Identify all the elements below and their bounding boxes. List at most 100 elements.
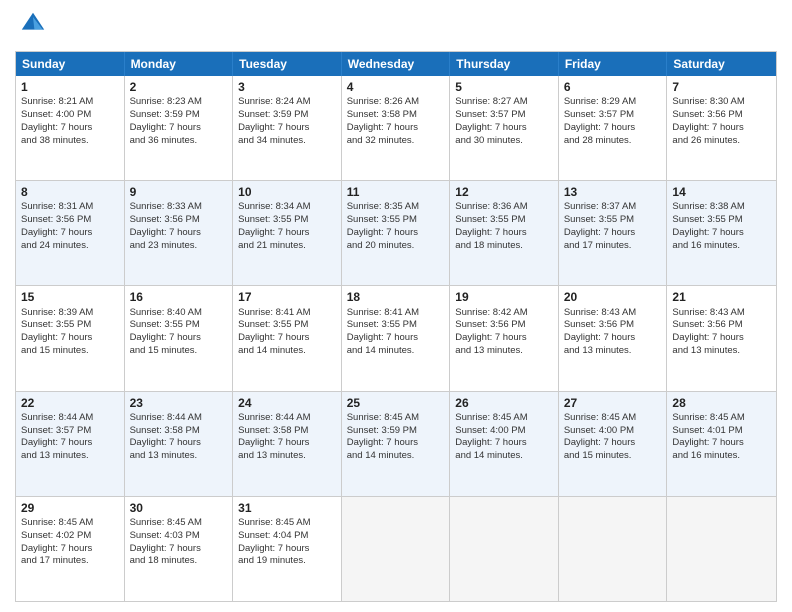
day-cell-17: 17Sunrise: 8:41 AMSunset: 3:55 PMDayligh… <box>233 286 342 390</box>
day-number: 31 <box>238 500 336 516</box>
calendar: SundayMondayTuesdayWednesdayThursdayFrid… <box>15 51 777 602</box>
day-cell-22: 22Sunrise: 8:44 AMSunset: 3:57 PMDayligh… <box>16 392 125 496</box>
day-info-line: Daylight: 7 hours <box>564 227 662 240</box>
day-number: 6 <box>564 79 662 95</box>
day-cell-21: 21Sunrise: 8:43 AMSunset: 3:56 PMDayligh… <box>667 286 776 390</box>
day-info-line: Sunrise: 8:31 AM <box>21 201 119 214</box>
header-day-sunday: Sunday <box>16 52 125 76</box>
day-cell-19: 19Sunrise: 8:42 AMSunset: 3:56 PMDayligh… <box>450 286 559 390</box>
day-info-line: Sunrise: 8:33 AM <box>130 201 228 214</box>
day-info-line: Daylight: 7 hours <box>21 332 119 345</box>
header-day-friday: Friday <box>559 52 668 76</box>
day-number: 23 <box>130 395 228 411</box>
day-info-line: Sunrise: 8:36 AM <box>455 201 553 214</box>
day-cell-12: 12Sunrise: 8:36 AMSunset: 3:55 PMDayligh… <box>450 181 559 285</box>
day-info-line: Sunset: 4:03 PM <box>130 530 228 543</box>
day-cell-6: 6Sunrise: 8:29 AMSunset: 3:57 PMDaylight… <box>559 76 668 180</box>
day-info-line: Daylight: 7 hours <box>347 122 445 135</box>
day-info-line: Sunset: 3:58 PM <box>130 425 228 438</box>
day-info-line: and 14 minutes. <box>238 345 336 358</box>
day-number: 18 <box>347 289 445 305</box>
day-info-line: Sunrise: 8:38 AM <box>672 201 771 214</box>
day-cell-1: 1Sunrise: 8:21 AMSunset: 4:00 PMDaylight… <box>16 76 125 180</box>
empty-cell <box>559 497 668 601</box>
day-info-line: Sunrise: 8:37 AM <box>564 201 662 214</box>
header-day-tuesday: Tuesday <box>233 52 342 76</box>
day-info-line: Sunset: 3:58 PM <box>238 425 336 438</box>
day-info-line: and 13 minutes. <box>238 450 336 463</box>
day-info-line: Sunset: 3:55 PM <box>564 214 662 227</box>
day-info-line: Sunrise: 8:45 AM <box>455 412 553 425</box>
day-cell-30: 30Sunrise: 8:45 AMSunset: 4:03 PMDayligh… <box>125 497 234 601</box>
day-cell-25: 25Sunrise: 8:45 AMSunset: 3:59 PMDayligh… <box>342 392 451 496</box>
day-info-line: Sunset: 3:55 PM <box>347 319 445 332</box>
day-number: 26 <box>455 395 553 411</box>
empty-cell <box>667 497 776 601</box>
day-number: 30 <box>130 500 228 516</box>
header-day-monday: Monday <box>125 52 234 76</box>
day-info-line: and 15 minutes. <box>130 345 228 358</box>
day-info-line: and 18 minutes. <box>455 240 553 253</box>
page: SundayMondayTuesdayWednesdayThursdayFrid… <box>0 0 792 612</box>
day-info-line: Sunset: 3:55 PM <box>21 319 119 332</box>
day-cell-20: 20Sunrise: 8:43 AMSunset: 3:56 PMDayligh… <box>559 286 668 390</box>
day-info-line: Sunset: 3:55 PM <box>672 214 771 227</box>
day-cell-28: 28Sunrise: 8:45 AMSunset: 4:01 PMDayligh… <box>667 392 776 496</box>
day-info-line: Sunset: 3:56 PM <box>455 319 553 332</box>
day-info-line: Sunset: 4:02 PM <box>21 530 119 543</box>
day-info-line: and 38 minutes. <box>21 135 119 148</box>
day-cell-18: 18Sunrise: 8:41 AMSunset: 3:55 PMDayligh… <box>342 286 451 390</box>
day-cell-7: 7Sunrise: 8:30 AMSunset: 3:56 PMDaylight… <box>667 76 776 180</box>
day-info-line: and 16 minutes. <box>672 450 771 463</box>
day-info-line: Daylight: 7 hours <box>347 437 445 450</box>
day-info-line: Daylight: 7 hours <box>455 332 553 345</box>
calendar-body: 1Sunrise: 8:21 AMSunset: 4:00 PM Daylight… <box>16 76 776 601</box>
day-info-line: Sunrise: 8:45 AM <box>238 517 336 530</box>
day-number: 3 <box>238 79 336 95</box>
day-info-line: Sunrise: 8:44 AM <box>130 412 228 425</box>
day-info-line: Sunrise: 8:44 AM <box>238 412 336 425</box>
day-info-line: Sunset: 4:00 PM <box>21 109 119 122</box>
day-info-line: Sunset: 4:04 PM <box>238 530 336 543</box>
day-info-line: Sunset: 3:56 PM <box>130 214 228 227</box>
day-info-line: Sunset: 3:59 PM <box>130 109 228 122</box>
empty-cell <box>342 497 451 601</box>
day-info-line: and 34 minutes. <box>238 135 336 148</box>
day-cell-4: 4Sunrise: 8:26 AMSunset: 3:58 PMDaylight… <box>342 76 451 180</box>
day-info-line: Daylight: 7 hours <box>672 437 771 450</box>
day-info-line: Daylight: 7 hours <box>672 332 771 345</box>
day-info-line: Daylight: 7 hours <box>347 332 445 345</box>
day-info-line: Sunrise: 8:43 AM <box>564 307 662 320</box>
day-cell-26: 26Sunrise: 8:45 AMSunset: 4:00 PMDayligh… <box>450 392 559 496</box>
day-info-line: Sunset: 3:55 PM <box>347 214 445 227</box>
day-info-line: Daylight: 7 hours <box>672 122 771 135</box>
day-info-line: Sunset: 3:57 PM <box>455 109 553 122</box>
day-number: 21 <box>672 289 771 305</box>
logo <box>15 10 47 43</box>
day-info-line: and 14 minutes. <box>455 450 553 463</box>
day-number: 22 <box>21 395 119 411</box>
day-info-line: Daylight: 7 hours <box>455 227 553 240</box>
day-cell-23: 23Sunrise: 8:44 AMSunset: 3:58 PMDayligh… <box>125 392 234 496</box>
day-info-line: Sunrise: 8:21 AM <box>21 96 119 109</box>
day-info-line: Daylight: 7 hours <box>130 437 228 450</box>
day-number: 16 <box>130 289 228 305</box>
day-info-line: and 13 minutes. <box>130 450 228 463</box>
day-info-line: Sunrise: 8:27 AM <box>455 96 553 109</box>
day-cell-9: 9Sunrise: 8:33 AMSunset: 3:56 PMDaylight… <box>125 181 234 285</box>
day-info-line: and 13 minutes. <box>564 345 662 358</box>
day-number: 1 <box>21 79 119 95</box>
day-info-line: and 20 minutes. <box>347 240 445 253</box>
day-number: 8 <box>21 184 119 200</box>
day-cell-14: 14Sunrise: 8:38 AMSunset: 3:55 PMDayligh… <box>667 181 776 285</box>
day-number: 27 <box>564 395 662 411</box>
day-info-line: Sunrise: 8:30 AM <box>672 96 771 109</box>
day-cell-10: 10Sunrise: 8:34 AMSunset: 3:55 PMDayligh… <box>233 181 342 285</box>
day-info-line: and 28 minutes. <box>564 135 662 148</box>
day-info-line: Sunset: 3:56 PM <box>21 214 119 227</box>
day-info-line: Sunset: 3:59 PM <box>347 425 445 438</box>
day-info-line: Sunset: 3:55 PM <box>238 214 336 227</box>
day-info-line: Sunrise: 8:45 AM <box>672 412 771 425</box>
day-number: 13 <box>564 184 662 200</box>
day-info-line: Sunset: 4:01 PM <box>672 425 771 438</box>
